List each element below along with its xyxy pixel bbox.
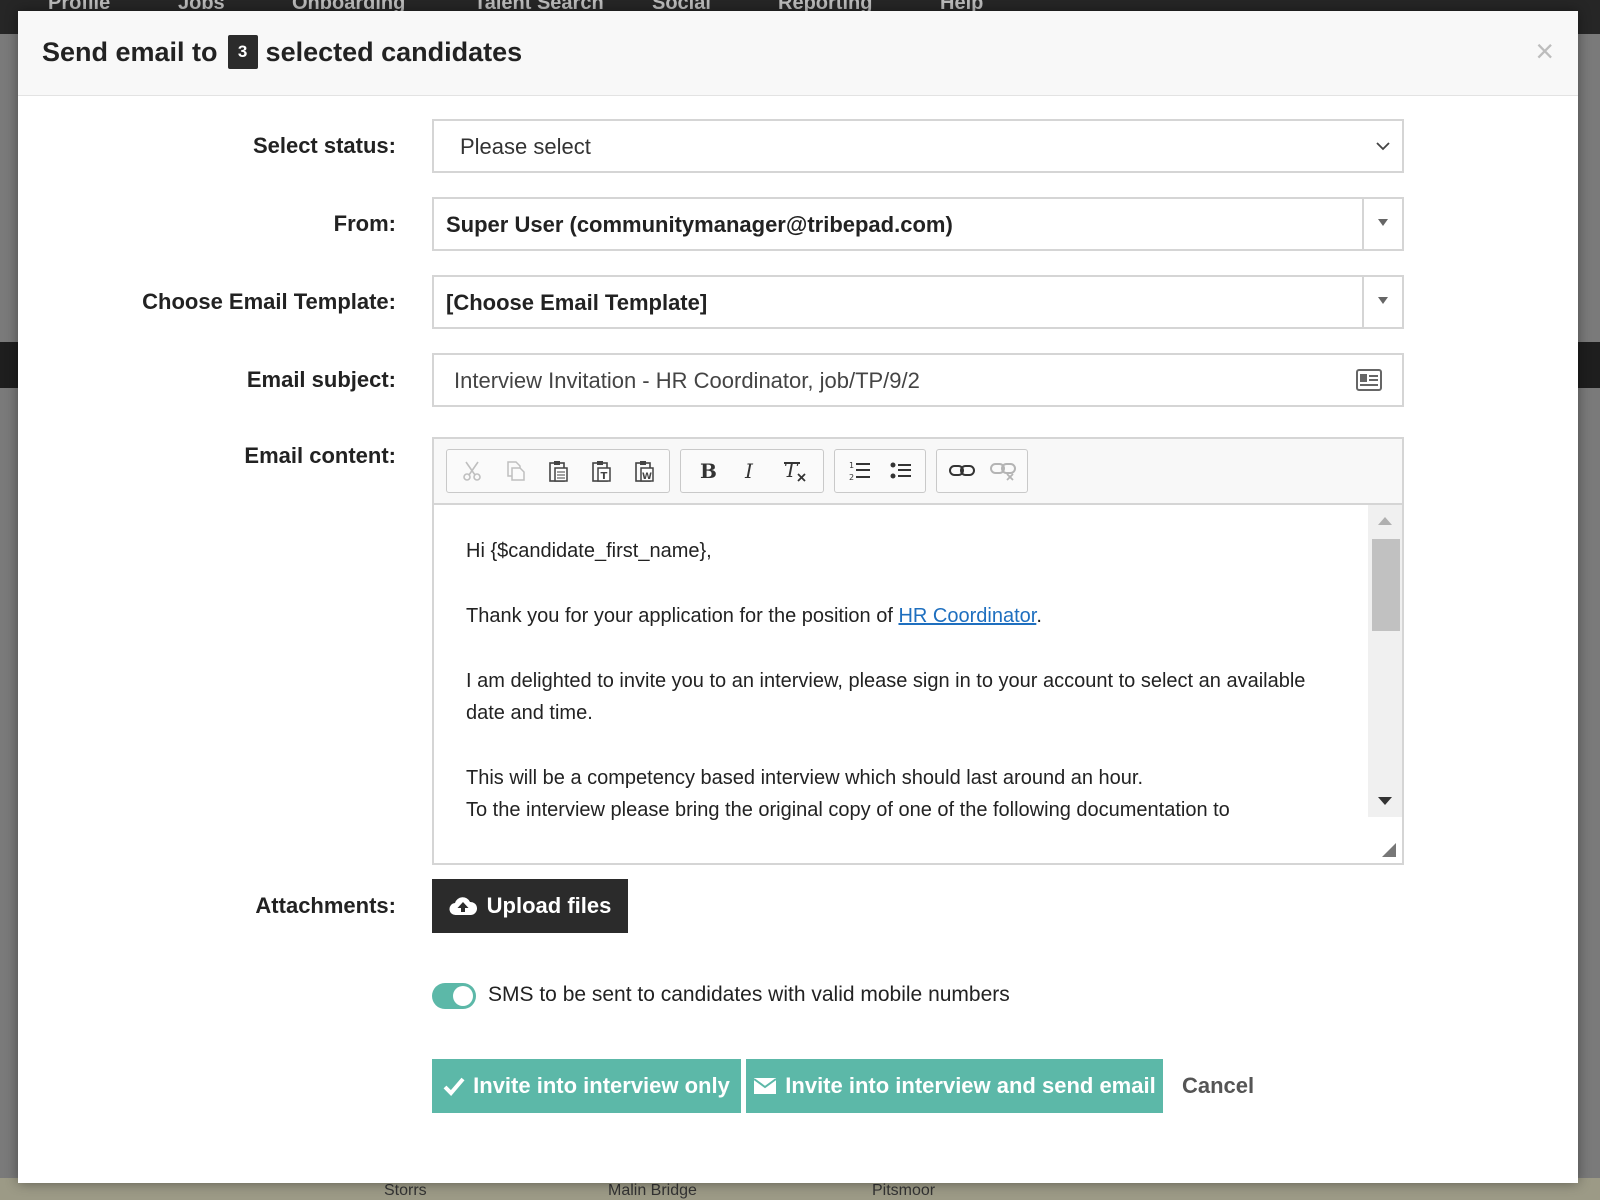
italic-icon[interactable]: I [729,451,773,491]
paste-text-icon[interactable]: T [579,451,622,491]
email-line-competency: This will be a competency based intervie… [466,767,1144,789]
map-label: Pitsmoor [872,1182,936,1199]
unlink-icon[interactable] [982,451,1023,491]
email-template-dropdown-toggle[interactable] [1362,277,1402,327]
caret-down-icon [1378,219,1388,226]
map-label: Storrs [384,1182,427,1199]
select-status-value: Please select [460,134,591,159]
email-content-editor: T W B I T 12 Hi {$candidate_first_name},… [432,437,1404,865]
from-dropdown-toggle[interactable] [1362,199,1402,249]
toggle-knob [453,986,473,1006]
svg-text:W: W [642,472,652,482]
cancel-button[interactable]: Cancel [1182,1073,1254,1099]
upload-files-button[interactable]: Upload files [432,879,628,933]
email-subject-value: Interview Invitation - HR Coordinator, j… [454,368,920,393]
caret-down-icon [1378,297,1388,304]
bulleted-list-icon[interactable] [880,451,921,491]
email-template-value: [Choose Email Template] [446,290,708,315]
check-icon [443,1077,465,1096]
paste-word-icon[interactable]: W [622,451,665,491]
email-template-dropdown[interactable]: [Choose Email Template] [432,275,1404,329]
link-icon[interactable] [941,451,982,491]
modal-header: Send email to 3 selected candidates × [18,11,1578,96]
attachments-label: Attachments: [255,893,396,918]
editor-scrollbar[interactable] [1368,505,1402,817]
close-icon[interactable]: × [1535,35,1554,67]
chevron-down-icon [1376,142,1390,151]
from-value: Super User (communitymanager@tribepad.co… [446,212,953,237]
svg-text:2: 2 [849,473,854,482]
clipboard-toolbar-group: T W [446,449,670,493]
id-card-icon[interactable] [1356,369,1382,391]
copy-icon[interactable] [494,451,537,491]
sms-toggle-label: SMS to be sent to candidates with valid … [488,983,1010,1006]
map-label: Malin Bridge [608,1182,697,1199]
select-status-dropdown[interactable]: Please select [432,119,1404,173]
upload-files-label: Upload files [486,893,612,918]
editor-toolbar: T W B I T 12 [434,439,1402,505]
svg-text:1: 1 [849,461,854,470]
email-subject-label: Email subject: [246,367,396,392]
email-line-invite-cont: date and time. [466,702,593,724]
svg-text:T: T [600,471,607,482]
background-bar-right [1578,342,1600,388]
background-bar-left [0,342,18,388]
svg-text:I: I [744,460,754,482]
invite-and-send-email-button[interactable]: Invite into interview and send email [746,1059,1163,1113]
email-line-application: Thank you for your application for the p… [466,600,1042,632]
modal-title-suffix: selected candidates [265,36,523,67]
select-status-label: Select status: [252,133,396,158]
email-content-label: Email content: [244,443,396,468]
selected-count-badge: 3 [227,35,258,69]
email-template-label: Choose Email Template: [142,289,396,314]
email-greeting: Hi {$candidate_first_name}, [466,540,712,562]
modal-title: Send email to 3 selected candidates [42,35,522,69]
email-subject-input[interactable]: Interview Invitation - HR Coordinator, j… [432,353,1404,407]
editor-text-area[interactable]: Hi {$candidate_first_name}, Thank you fo… [434,505,1370,825]
email-line-documentation: To the interview please bring the origin… [466,799,1230,821]
job-title-link[interactable]: HR Coordinator [898,605,1036,627]
svg-text:B: B [700,460,717,482]
resize-handle-icon[interactable] [1382,843,1396,857]
send-email-modal: Send email to 3 selected candidates × Se… [18,11,1578,1183]
email-line-application-period: . [1036,605,1042,627]
from-label: From: [333,211,396,236]
invite-and-send-email-label: Invite into interview and send email [785,1073,1156,1098]
invite-only-label: Invite into interview only [473,1073,730,1098]
remove-format-icon[interactable]: T [773,451,817,491]
list-toolbar-group: 12 [834,449,926,493]
email-line-invite: I am delighted to invite you to an inter… [466,670,1306,692]
cut-icon[interactable] [451,451,494,491]
invite-only-button[interactable]: Invite into interview only [432,1059,741,1113]
scroll-up-icon[interactable] [1378,517,1392,525]
scrollbar-thumb[interactable] [1372,539,1400,631]
modal-title-prefix: Send email to [42,36,218,67]
envelope-icon [753,1078,777,1094]
cloud-upload-icon [449,897,477,916]
bold-icon[interactable]: B [685,451,729,491]
sms-toggle[interactable] [432,983,476,1009]
numbered-list-icon[interactable]: 12 [839,451,880,491]
paste-icon[interactable] [537,451,580,491]
formatting-toolbar-group: B I T [680,449,824,493]
from-dropdown[interactable]: Super User (communitymanager@tribepad.co… [432,197,1404,251]
link-toolbar-group [936,449,1028,493]
scroll-down-icon[interactable] [1378,797,1392,805]
email-line-application-text: Thank you for your application for the p… [466,605,893,627]
